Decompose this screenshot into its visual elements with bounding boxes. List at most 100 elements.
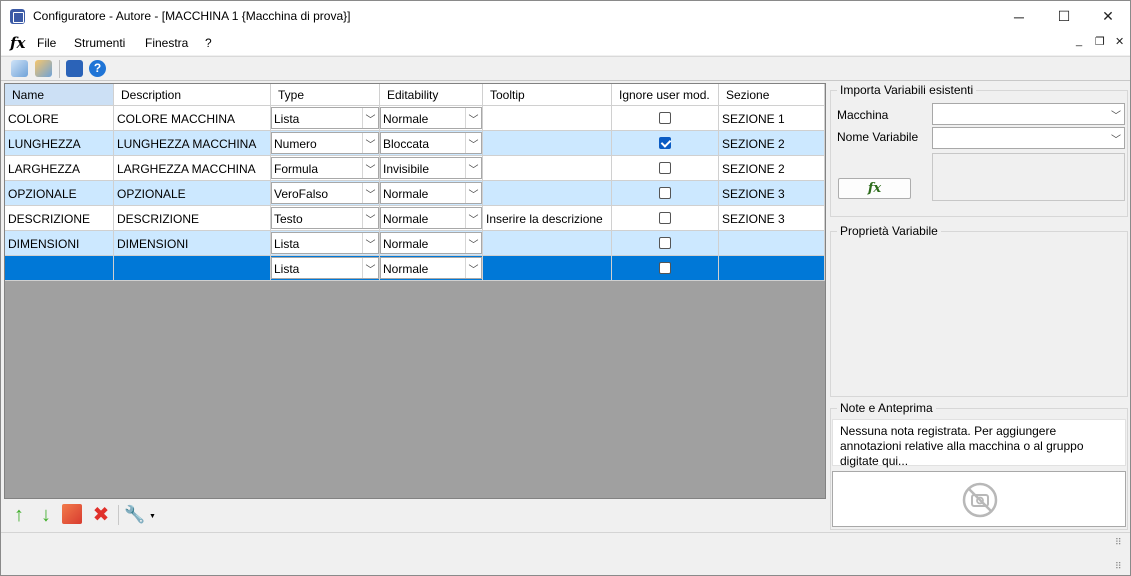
type-combo[interactable]: Lista ﹀ <box>271 107 379 129</box>
menu-file[interactable]: File <box>37 36 56 50</box>
resize-grip-icon[interactable]: ⠿ <box>1115 561 1122 572</box>
chevron-down-icon[interactable]: ﹀ <box>465 208 481 228</box>
header-type[interactable]: Type <box>271 84 380 106</box>
chevron-down-icon[interactable]: ﹀ <box>362 183 378 203</box>
chevron-down-icon[interactable]: ﹀ <box>362 208 378 228</box>
cell-description[interactable]: OPZIONALE <box>114 181 271 206</box>
ignore-user-mod-checkbox[interactable] <box>659 112 671 124</box>
type-combo[interactable]: Lista ﹀ <box>271 232 379 254</box>
chevron-down-icon[interactable]: ﹀ <box>465 258 481 278</box>
editability-combo[interactable]: Normale ﹀ <box>380 182 482 204</box>
cell-type[interactable]: Lista ﹀ <box>271 231 380 256</box>
cell-type[interactable]: Testo ﹀ <box>271 206 380 231</box>
table-row[interactable]: DESCRIZIONE DESCRIZIONE Testo ﹀ Normale ﹀ Inse… <box>5 206 825 231</box>
tools-dropdown-icon[interactable]: ▼ <box>149 513 156 520</box>
cell-sezione[interactable]: SEZIONE 3 <box>719 206 825 231</box>
cell-tooltip[interactable] <box>483 231 612 256</box>
cell-editability[interactable]: Normale ﹀ <box>380 206 483 231</box>
cell-editability[interactable]: Bloccata ﹀ <box>380 131 483 156</box>
mdi-restore-button[interactable]: ❐ <box>1095 35 1105 48</box>
cell-sezione[interactable]: SEZIONE 2 <box>719 131 825 156</box>
delete-row-icon[interactable]: ✖ <box>90 502 112 528</box>
cell-tooltip[interactable]: Inserire la descrizione <box>483 206 612 231</box>
chevron-down-icon[interactable]: ﹀ <box>362 108 378 128</box>
move-up-icon[interactable]: ↑ <box>8 502 30 528</box>
mdi-close-button[interactable]: ✕ <box>1115 35 1124 48</box>
cell-sezione[interactable]: SEZIONE 3 <box>719 181 825 206</box>
cell-editability[interactable]: Normale ﹀ <box>380 106 483 131</box>
chevron-down-icon[interactable]: ﹀ <box>465 108 481 128</box>
cell-tooltip[interactable] <box>483 156 612 181</box>
cell-ignore[interactable] <box>612 206 719 231</box>
close-button[interactable]: ✕ <box>1085 1 1131 32</box>
import-fx-button[interactable]: fx <box>838 178 911 199</box>
cell-ignore[interactable] <box>612 231 719 256</box>
minimize-button[interactable]: ─ <box>996 1 1042 32</box>
chevron-down-icon[interactable]: ﹀ <box>362 258 378 278</box>
cell-editability[interactable]: Normale ﹀ <box>380 231 483 256</box>
table-row[interactable]: DIMENSIONI DIMENSIONI Lista ﹀ Normale ﹀ <box>5 231 825 256</box>
maximize-button[interactable]: ☐ <box>1041 1 1087 32</box>
editability-combo[interactable]: Normale ﹀ <box>380 232 482 254</box>
type-combo[interactable]: Formula ﹀ <box>271 157 379 179</box>
chevron-down-icon[interactable]: ﹀ <box>465 133 481 153</box>
cell-name[interactable]: LUNGHEZZA <box>5 131 114 156</box>
header-description[interactable]: Description <box>114 84 271 106</box>
editability-combo[interactable]: Normale ﹀ <box>380 207 482 229</box>
menu-finestra[interactable]: Finestra <box>145 36 188 50</box>
variables-grid[interactable]: Name Description Type Editability Toolti… <box>4 83 826 499</box>
chevron-down-icon[interactable]: ﹀ <box>465 183 481 203</box>
chevron-down-icon[interactable]: ﹀ <box>465 233 481 253</box>
help-icon[interactable]: ? <box>89 60 106 77</box>
editability-combo[interactable]: Normale ﹀ <box>380 257 482 279</box>
cell-name[interactable]: OPZIONALE <box>5 181 114 206</box>
cell-description[interactable]: COLORE MACCHINA <box>114 106 271 131</box>
cell-tooltip[interactable] <box>483 181 612 206</box>
cell-type[interactable]: VeroFalso ﹀ <box>271 181 380 206</box>
cell-type[interactable]: Numero ﹀ <box>271 131 380 156</box>
ignore-user-mod-checkbox[interactable] <box>659 187 671 199</box>
cell-name[interactable]: DIMENSIONI <box>5 231 114 256</box>
resize-grip-icon[interactable]: ⠿ <box>1115 537 1122 548</box>
cell-type[interactable]: Lista ﹀ <box>271 106 380 131</box>
cell-description[interactable]: LUNGHEZZA MACCHINA <box>114 131 271 156</box>
cell-ignore[interactable] <box>612 181 719 206</box>
cell-description[interactable]: DESCRIZIONE <box>114 206 271 231</box>
cell-ignore[interactable] <box>612 106 719 131</box>
nome-variabile-select[interactable]: ﹀ <box>932 127 1125 149</box>
type-combo[interactable]: VeroFalso ﹀ <box>271 182 379 204</box>
cell-tooltip[interactable] <box>483 131 612 156</box>
editability-combo[interactable]: Normale ﹀ <box>380 107 482 129</box>
cell-tooltip[interactable] <box>483 106 612 131</box>
macchina-select[interactable]: ﹀ <box>932 103 1125 125</box>
header-name[interactable]: Name <box>5 84 114 106</box>
word-export-icon[interactable] <box>66 60 83 77</box>
ignore-user-mod-checkbox[interactable] <box>659 162 671 174</box>
table-row[interactable]: LUNGHEZZA LUNGHEZZA MACCHINA Numero ﹀ Blocca… <box>5 131 825 156</box>
cell-ignore[interactable] <box>612 156 719 181</box>
cell-sezione[interactable]: SEZIONE 1 <box>719 106 825 131</box>
import-tool-icon[interactable] <box>35 60 52 77</box>
header-ignore-user-mod[interactable]: Ignore user mod. <box>612 84 719 106</box>
header-sezione[interactable]: Sezione <box>719 84 825 106</box>
cell-name[interactable]: DESCRIZIONE <box>5 206 114 231</box>
table-row[interactable]: Lista ﹀ Normale ﹀ <box>5 256 825 281</box>
mdi-minimize-button[interactable]: _ <box>1076 35 1082 47</box>
type-combo[interactable]: Numero ﹀ <box>271 132 379 154</box>
cell-name[interactable] <box>5 256 114 281</box>
cell-ignore[interactable] <box>612 131 719 156</box>
table-row[interactable]: OPZIONALE OPZIONALE VeroFalso ﹀ Normale ﹀ SEZI… <box>5 181 825 206</box>
cell-ignore[interactable] <box>612 256 719 281</box>
type-combo[interactable]: Lista ﹀ <box>271 257 379 279</box>
wrench-tools-icon[interactable]: 🔧 <box>124 502 146 528</box>
cell-sezione[interactable] <box>719 231 825 256</box>
type-combo[interactable]: Testo ﹀ <box>271 207 379 229</box>
menu-strumenti[interactable]: Strumenti <box>74 36 125 50</box>
notes-textarea[interactable]: Nessuna nota registrata. Per aggiungere … <box>832 419 1126 468</box>
cell-type[interactable]: Formula ﹀ <box>271 156 380 181</box>
cell-description[interactable]: DIMENSIONI <box>114 231 271 256</box>
cell-description[interactable] <box>114 256 271 281</box>
ignore-user-mod-checkbox[interactable] <box>659 137 671 149</box>
chevron-down-icon[interactable]: ﹀ <box>362 133 378 153</box>
header-tooltip[interactable]: Tooltip <box>483 84 612 106</box>
